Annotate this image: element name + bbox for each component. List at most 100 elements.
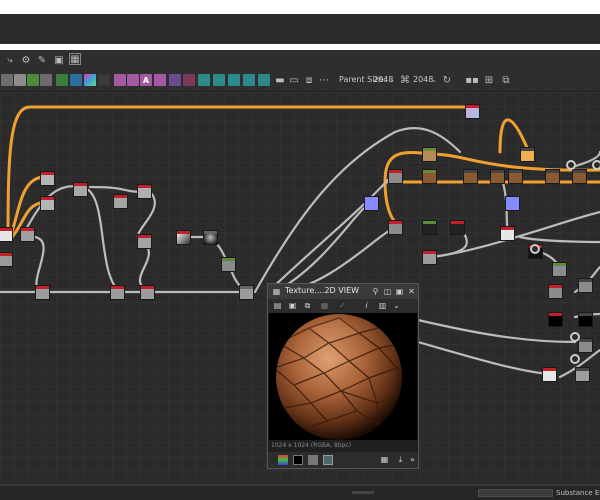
graph-node[interactable]: [364, 196, 379, 211]
grid-icon[interactable]: ▦: [380, 455, 389, 464]
frame-icon[interactable]: ▦: [69, 53, 81, 65]
fit-icon[interactable]: ▣: [395, 287, 404, 296]
frame-add-icon[interactable]: ▭: [288, 74, 300, 86]
connector-dot[interactable]: [592, 160, 600, 170]
node-gradient-button[interactable]: [70, 74, 82, 86]
connector-dot[interactable]: [570, 332, 580, 342]
graph-settings-icon[interactable]: ⋯: [318, 74, 330, 86]
tile-icon[interactable]: ▦: [320, 301, 329, 310]
graph-node[interactable]: [40, 196, 55, 211]
2d-view-panel[interactable]: ▦ Texture....2D VIEW ⚲ ◫ ▣ ✕ ▤ ▣ ⧉ ▦ ✓ i…: [267, 283, 419, 469]
info-icon[interactable]: i: [362, 301, 371, 310]
chevron-down-icon[interactable]: ⌄: [392, 301, 401, 310]
graph-node[interactable]: [0, 252, 13, 267]
graph-node[interactable]: [572, 169, 587, 184]
graph-node[interactable]: [520, 147, 535, 162]
save-icon[interactable]: ▣: [288, 301, 297, 310]
node-color-button[interactable]: [84, 74, 96, 86]
graph-node[interactable]: [422, 250, 437, 265]
node-transform-button[interactable]: [198, 74, 210, 86]
graph-node[interactable]: [490, 169, 505, 184]
close-icon[interactable]: ✕: [407, 287, 416, 296]
settings-icon[interactable]: ⤓: [396, 455, 405, 464]
node-tile-button[interactable]: [14, 74, 26, 86]
dock-icon[interactable]: ◫: [383, 287, 392, 296]
node-fxmap-button[interactable]: [213, 74, 225, 86]
graph-node[interactable]: [239, 285, 254, 300]
export-icon[interactable]: ▣: [53, 54, 65, 66]
node-filter-button[interactable]: [98, 74, 110, 86]
graph-node[interactable]: [40, 171, 55, 186]
wrench-icon[interactable]: ✎: [36, 54, 48, 66]
graph-node[interactable]: [137, 234, 152, 249]
graph-node[interactable]: [176, 230, 191, 245]
node-output-button[interactable]: [243, 74, 255, 86]
pin-icon[interactable]: ⚲: [371, 287, 380, 296]
distribute-icon[interactable]: ⧉: [500, 74, 512, 86]
graph-node[interactable]: [73, 182, 88, 197]
more-icon[interactable]: »: [408, 455, 417, 464]
histogram-icon[interactable]: ▥: [378, 301, 387, 310]
comment-icon[interactable]: ▬: [274, 74, 286, 86]
align-icon[interactable]: ⊞: [483, 74, 495, 86]
black-background-icon[interactable]: [293, 455, 303, 465]
node-input-button[interactable]: [228, 74, 240, 86]
graph-node[interactable]: [548, 284, 563, 299]
graph-node[interactable]: [113, 194, 128, 209]
graph-node[interactable]: [388, 220, 403, 235]
graph-node[interactable]: [578, 312, 593, 327]
graph-node[interactable]: [578, 278, 593, 293]
connector-dot[interactable]: [566, 160, 576, 170]
node-shape-button[interactable]: [56, 74, 68, 86]
graph-node[interactable]: [388, 169, 403, 184]
link-size-icon[interactable]: ⌘: [399, 74, 411, 86]
gear-icon[interactable]: ⚙: [20, 54, 32, 66]
node-select-button[interactable]: [154, 74, 166, 86]
graph-node[interactable]: [140, 285, 155, 300]
graph-node[interactable]: [0, 227, 13, 242]
pin-node-icon[interactable]: ⧈: [303, 74, 315, 86]
2d-view-canvas[interactable]: [269, 313, 417, 440]
node-grid-button[interactable]: [1, 74, 13, 86]
node-pixel-button[interactable]: [183, 74, 195, 86]
node-warp-button[interactable]: [127, 74, 139, 86]
2d-view-header[interactable]: ▦ Texture....2D VIEW ⚲ ◫ ▣ ✕: [268, 284, 418, 299]
node-atomic-button[interactable]: [27, 74, 39, 86]
graph-node[interactable]: [465, 104, 480, 119]
channel-icon[interactable]: ✓: [338, 301, 347, 310]
graph-node[interactable]: [20, 227, 35, 242]
reset-icon[interactable]: ↻: [441, 74, 453, 86]
graph-node[interactable]: [575, 367, 590, 382]
graph-node[interactable]: [35, 285, 50, 300]
graph-node[interactable]: [110, 285, 125, 300]
graph-node[interactable]: [508, 169, 523, 184]
node-value-button[interactable]: [258, 74, 270, 86]
node-noise-button[interactable]: [40, 74, 52, 86]
image-icon[interactable]: ▤: [273, 301, 282, 310]
graph-node[interactable]: [578, 338, 593, 353]
graph-node[interactable]: [505, 196, 520, 211]
graph-node[interactable]: [542, 367, 557, 382]
connector-dot[interactable]: [570, 354, 580, 364]
graph-node[interactable]: [422, 169, 437, 184]
node-text-button[interactable]: A: [140, 74, 152, 86]
gray-background-icon[interactable]: [308, 455, 318, 465]
graph-node[interactable]: [137, 184, 152, 199]
color-swatch-icon[interactable]: [278, 455, 288, 465]
graph-node[interactable]: [463, 169, 478, 184]
graph-node[interactable]: [545, 169, 560, 184]
graph-node[interactable]: [450, 220, 465, 235]
node-fill-button[interactable]: [169, 74, 181, 86]
graph-node[interactable]: [422, 220, 437, 235]
layout-icon[interactable]: ▪▪: [465, 74, 479, 86]
graph-node[interactable]: [548, 312, 563, 327]
copy-icon[interactable]: ⧉: [303, 301, 312, 310]
connector-dot[interactable]: [530, 244, 540, 254]
graph-node[interactable]: [422, 147, 437, 162]
image-background-icon[interactable]: [323, 455, 333, 465]
node-blend-button[interactable]: [114, 74, 126, 86]
graph-node[interactable]: [221, 257, 236, 272]
graph-node[interactable]: [500, 226, 515, 241]
graph-node[interactable]: [203, 230, 218, 245]
connect-icon[interactable]: ⤷: [4, 54, 16, 66]
